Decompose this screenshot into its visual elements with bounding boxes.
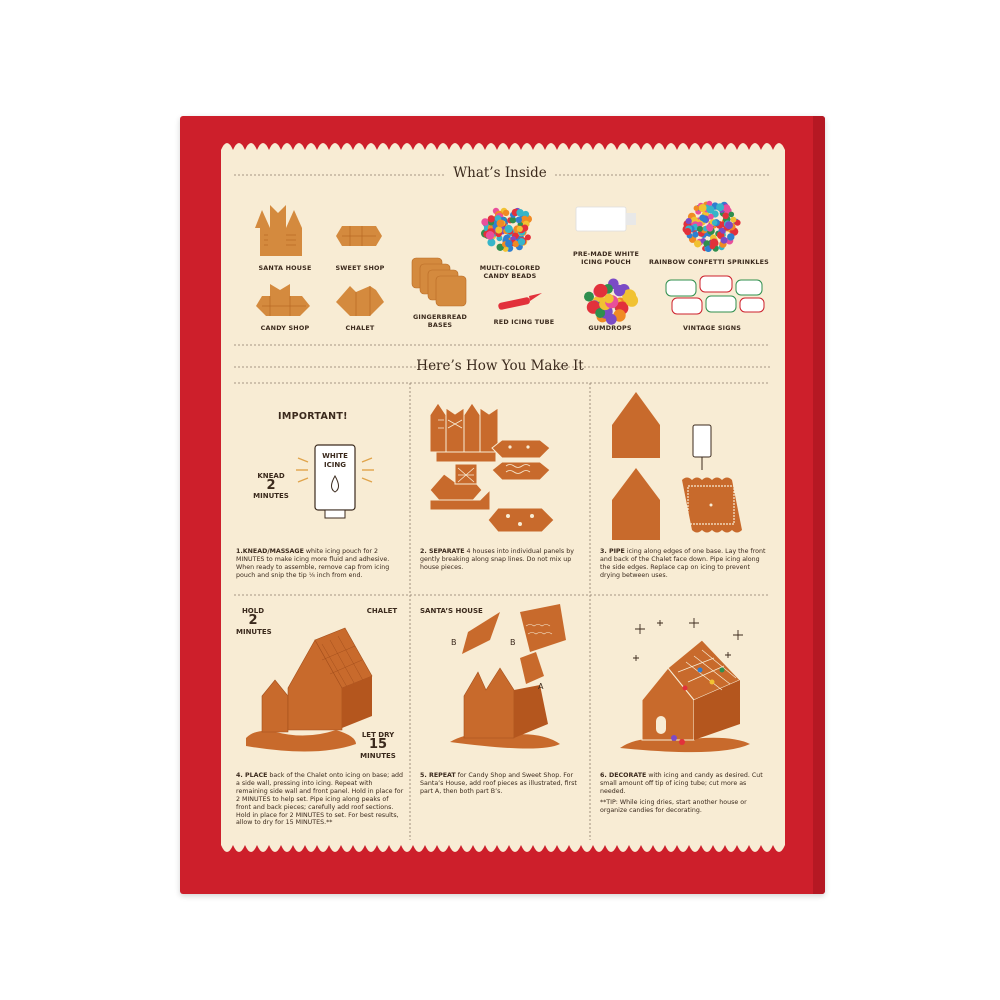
step-5-text: 5. REPEAT for Candy Shop and Sweet Shop.… [420, 772, 577, 795]
step-6-text: 6. DECORATE with icing and candy as desi… [600, 772, 763, 795]
label-sprinkles: RAINBOW CONFETTI SPRINKLES [649, 258, 769, 266]
whats-inside-title: What’s Inside [453, 165, 547, 181]
part-b-left: B [451, 638, 457, 647]
letdry-unit: MINUTES [360, 752, 396, 760]
label-vintage-signs: VINTAGE SIGNS [682, 324, 742, 332]
label-red-icing-tube: RED ICING TUBE [493, 318, 555, 326]
label-candy-beads: MULTI-COLORED CANDY BEADS [479, 264, 541, 280]
label-gumdrops: GUMDROPS [588, 324, 632, 332]
label-candy-shop: CANDY SHOP [260, 324, 310, 332]
letdry-number: 15 [368, 737, 388, 752]
step-2-text: 2. SEPARATE 4 houses into individual pan… [420, 548, 574, 571]
step-1-text: 1.KNEAD/MASSAGE white icing pouch for 2 … [236, 548, 390, 579]
step-6-tip: **TIP: While icing dries, start another … [600, 799, 747, 814]
knead-number: 2 [266, 478, 276, 493]
label-chalet: CHALET [345, 324, 375, 332]
step-4-text: 4. PLACE back of the Chalet onto icing o… [236, 772, 404, 827]
santa-house-pieces [255, 205, 302, 256]
instruction-panel [221, 143, 785, 852]
sweet-shop-pieces [336, 226, 382, 246]
hold-unit: MINUTES [236, 628, 272, 636]
chalet-heading: CHALET [366, 607, 398, 615]
label-icing-pouch: PRE-MADE WHITE ICING POUCH [572, 250, 640, 266]
part-a: A [538, 682, 544, 691]
knead-unit: MINUTES [253, 492, 289, 500]
important-heading: IMPORTANT! [278, 411, 348, 422]
label-sweet-shop: SWEET SHOP [335, 264, 385, 272]
label-gingerbread-bases: GINGERBREAD BASES [412, 313, 468, 329]
hold-number: 2 [248, 613, 258, 628]
pouch-label: WHITE ICING [322, 452, 348, 469]
part-b-right: B [510, 638, 516, 647]
label-santa-house: SANTA HOUSE [258, 264, 312, 272]
step-3-text: 3. PIPE icing along edges of one base. L… [600, 548, 766, 579]
how-to-make-title: Here’s How You Make It [416, 358, 584, 374]
santas-house-heading: SANTA’S HOUSE [420, 607, 483, 615]
